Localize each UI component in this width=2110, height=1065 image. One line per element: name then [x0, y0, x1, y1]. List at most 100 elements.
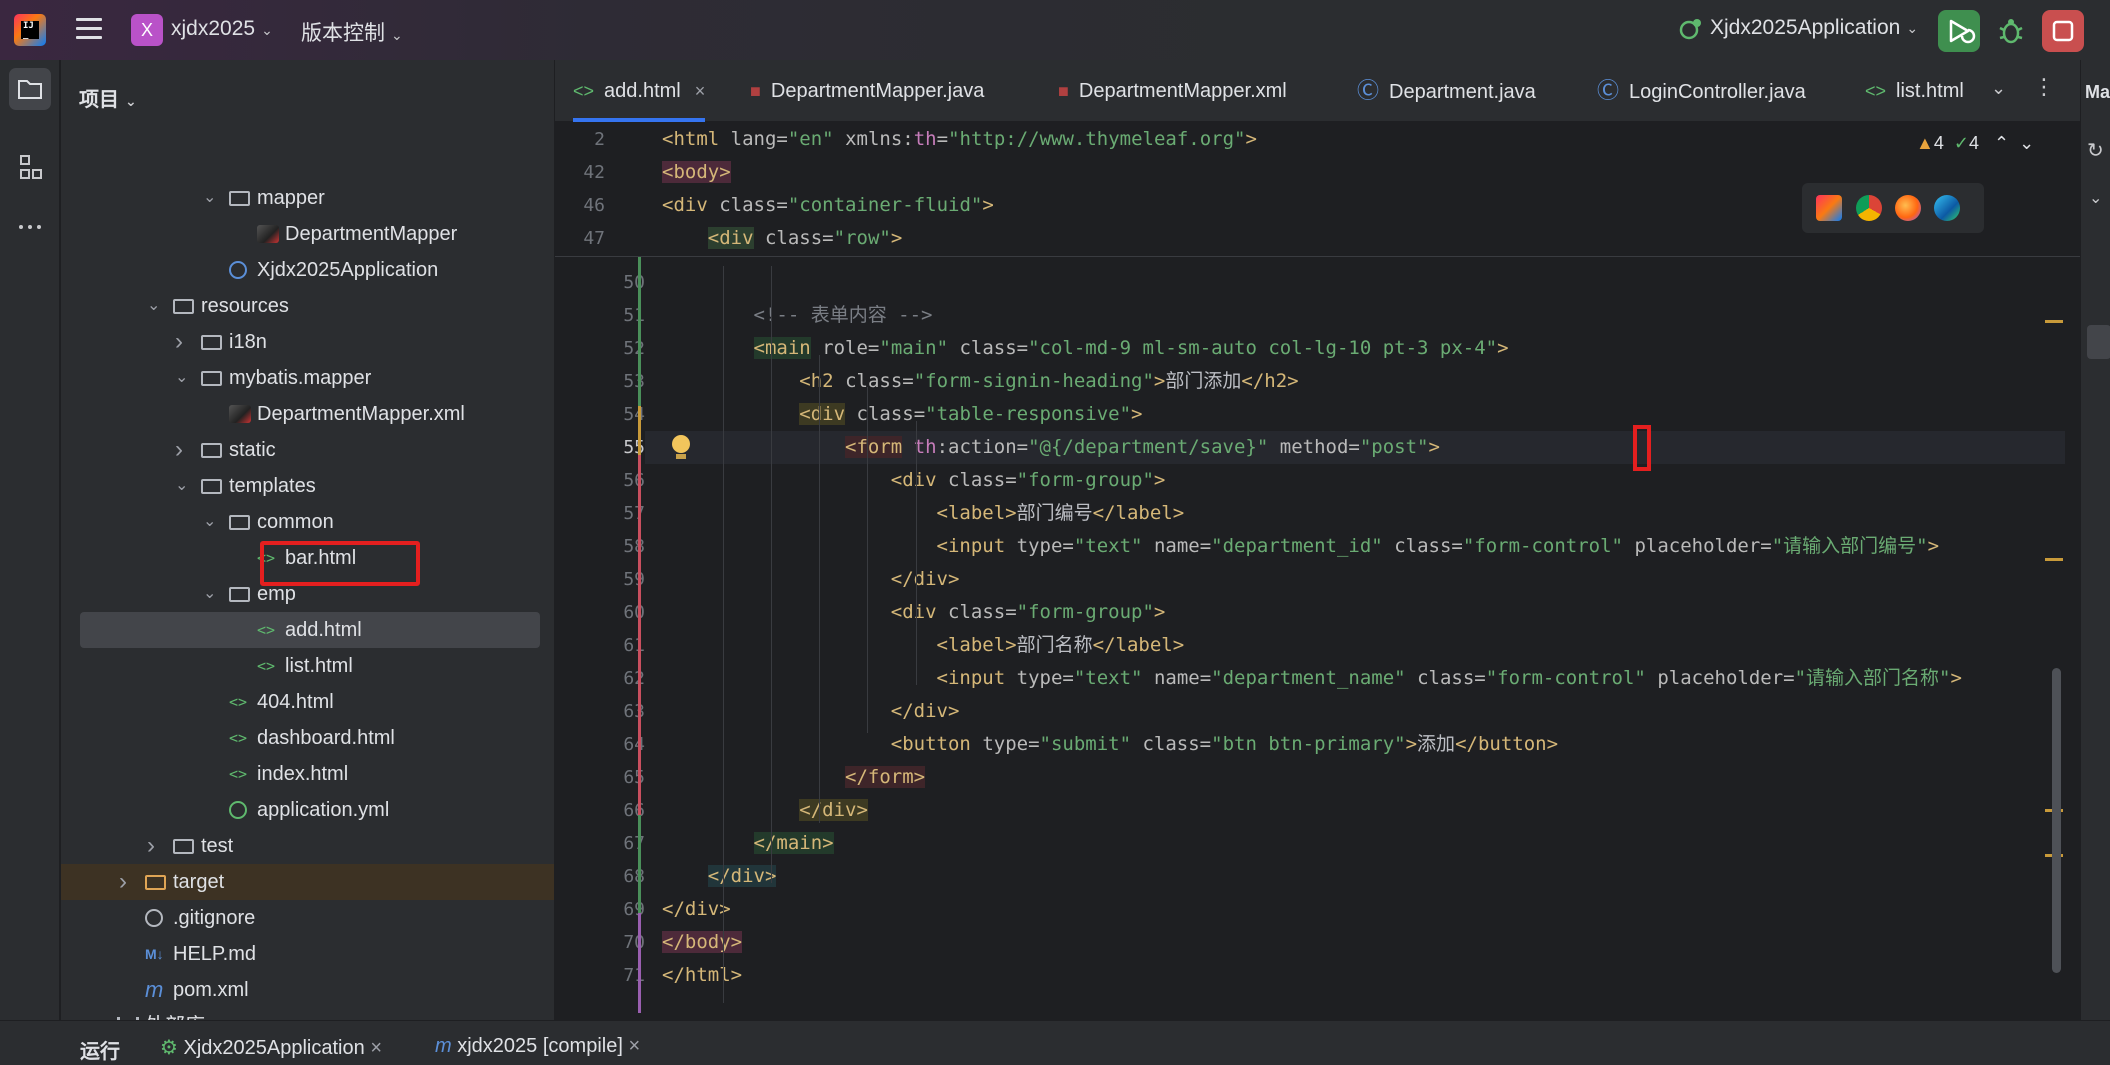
editor-scrollbar[interactable] [2052, 668, 2061, 973]
run-button[interactable] [1938, 10, 1980, 52]
code-line[interactable]: <!-- 表单内容 --> [662, 299, 933, 332]
close-icon[interactable]: × [370, 1037, 382, 1059]
tree-item[interactable]: m pom.xml [61, 972, 554, 1008]
error-stripe-marker[interactable] [2045, 320, 2063, 323]
stop-button[interactable] [2042, 10, 2084, 52]
tree-item[interactable]: ⌄ mybatis.mapper [61, 360, 554, 396]
firefox-icon[interactable] [1895, 195, 1921, 221]
code-line[interactable]: </div> [662, 860, 777, 893]
code-editor[interactable]: 50 51 52 53 54 55 56 57 58 59 60 61 62 63 64 65 66 67 68 69… [555, 123, 2080, 1020]
run-tab-app[interactable]: ⚙ Xjdx2025Application × [160, 1035, 382, 1060]
refresh-icon[interactable]: ↻ [2087, 138, 2104, 163]
tree-item[interactable]: <> add.html [80, 612, 540, 648]
editor-tab[interactable]: ■ DepartmentMapper.xml [1058, 60, 1287, 122]
code-line[interactable]: <div class="form-group"> [662, 596, 1166, 629]
sticky-code-line[interactable]: <html lang="en" xmlns:th="http://www.thy… [662, 123, 1257, 156]
chevron-down-icon[interactable]: ⌄ [2089, 188, 2102, 208]
code-line[interactable]: <input type="text" name="department_id" … [662, 530, 1940, 563]
code-line[interactable]: <main role="main" class="col-md-9 ml-sm-… [662, 332, 1509, 365]
sticky-code-line[interactable]: <div class="row"> [662, 222, 902, 255]
code-line[interactable]: <form th:action="@{/department/save}" me… [662, 431, 1440, 464]
code-line[interactable]: <h2 class="form-signin-heading">部门添加</h2… [662, 365, 1298, 398]
vcs-change-marker[interactable] [638, 406, 641, 455]
inspections-widget[interactable]: ▲4 ✓4 ⌃ ⌄ [1916, 133, 2034, 154]
code-line[interactable]: <label>部门名称</label> [662, 629, 1185, 662]
chevron-right-icon[interactable]: › [147, 828, 163, 864]
tree-item[interactable]: ⌄ mapper [61, 180, 554, 216]
tree-item[interactable]: › target [61, 864, 554, 900]
sticky-code-line[interactable]: <div class="container-fluid"> [662, 189, 994, 222]
editor-tab[interactable]: Ⓒ Department.java [1357, 60, 1536, 122]
intellij-browser-icon[interactable] [1816, 195, 1842, 221]
debug-button[interactable] [1990, 10, 2032, 52]
chevron-down-icon[interactable]: ⌄ [203, 504, 219, 540]
vcs-menu[interactable]: 版本控制 ⌄ [301, 17, 403, 47]
chevron-up-icon[interactable]: ⌃ [1994, 133, 2009, 153]
run-config-selector[interactable]: Xjdx2025Application ⌄ [1678, 16, 1918, 40]
chevron-down-icon[interactable]: ⌄ [203, 576, 219, 612]
code-line[interactable]: </div> [662, 893, 731, 926]
tree-item[interactable]: ⌄ resources [61, 288, 554, 324]
tree-item[interactable]: M↓ HELP.md [61, 936, 554, 972]
edge-icon[interactable] [1934, 195, 1960, 221]
tree-item[interactable]: .gitignore [61, 900, 554, 936]
tree-item[interactable]: <> list.html [61, 648, 554, 684]
chrome-icon[interactable] [1856, 195, 1882, 221]
code-line[interactable]: </body> [662, 926, 743, 959]
chevron-down-icon[interactable]: ⌄ [1991, 78, 2006, 99]
project-switcher[interactable]: xjdx2025 ⌄ [171, 17, 273, 41]
chevron-down-icon[interactable]: ⌄ [2019, 133, 2034, 153]
code-line[interactable]: </form> [662, 761, 926, 794]
project-badge[interactable]: X [131, 14, 163, 46]
tree-item[interactable]: ⌄ common [61, 504, 554, 540]
chevron-down-icon[interactable]: ⌄ [147, 288, 163, 324]
code-line[interactable]: </div> [662, 563, 960, 596]
chevron-down-icon[interactable]: ⌄ [175, 468, 191, 504]
vcs-change-marker[interactable] [638, 913, 641, 1013]
close-icon[interactable]: × [628, 1035, 640, 1057]
project-panel-header[interactable]: 项目 ⌄ [79, 83, 137, 112]
tree-item[interactable]: › test [61, 828, 554, 864]
editor-tab[interactable]: Ⓒ LoginController.java [1597, 60, 1806, 122]
vcs-change-marker[interactable] [638, 815, 641, 915]
sticky-code-line[interactable]: <body> [662, 156, 731, 189]
folder-icon[interactable] [9, 68, 51, 110]
lightbulb-icon[interactable] [672, 435, 692, 461]
run-tool-label[interactable]: 运行 [80, 1035, 120, 1064]
close-icon[interactable]: × [695, 81, 706, 101]
code-line[interactable]: </html> [662, 959, 742, 992]
chevron-right-icon[interactable]: › [175, 324, 191, 360]
chevron-down-icon[interactable]: ⌄ [203, 180, 219, 216]
chevron-right-icon[interactable]: › [119, 864, 135, 900]
tree-item[interactable]: <> 404.html [61, 684, 554, 720]
maven-tool-label[interactable]: Ma [2085, 82, 2110, 103]
structure-icon[interactable] [9, 146, 51, 188]
error-stripe-marker[interactable] [2045, 558, 2063, 561]
kebab-menu-icon[interactable]: ⋮ [2033, 74, 2055, 100]
code-line[interactable]: </div> [662, 794, 868, 827]
tree-item[interactable]: application.yml [61, 792, 554, 828]
tree-item[interactable]: › static [61, 432, 554, 468]
tree-item[interactable]: ⌄ templates [61, 468, 554, 504]
tree-item[interactable]: › i18n [61, 324, 554, 360]
code-line[interactable]: <div class="form-group"> [662, 464, 1166, 497]
chevron-down-icon[interactable]: ⌄ [175, 360, 191, 396]
code-line[interactable]: </main> [662, 827, 834, 860]
chevron-right-icon[interactable]: › [175, 432, 191, 468]
editor-tab[interactable]: <> add.html × [573, 60, 706, 122]
editor-tab[interactable]: <> list.html [1865, 60, 1964, 122]
intellij-logo-icon[interactable]: IJ _ [14, 14, 46, 46]
more-icon[interactable] [9, 206, 51, 248]
run-tab-compile[interactable]: m xjdx2025 [compile] × [435, 1035, 640, 1058]
code-line[interactable]: </div> [662, 695, 960, 728]
main-menu-icon[interactable] [76, 18, 102, 42]
tree-item[interactable]: DepartmentMapper.xml [61, 396, 554, 432]
code-line[interactable]: <div class="table-responsive"> [662, 398, 1143, 431]
tree-item[interactable]: <> index.html [61, 756, 554, 792]
tree-item[interactable]: DepartmentMapper [61, 216, 554, 252]
tool-panel-handle[interactable] [2087, 325, 2110, 359]
editor-tab[interactable]: ■ DepartmentMapper.java [750, 60, 984, 122]
code-line[interactable]: <label>部门编号</label> [662, 497, 1185, 530]
tree-item[interactable]: <> dashboard.html [61, 720, 554, 756]
tree-item[interactable]: Xjdx2025Application [61, 252, 554, 288]
